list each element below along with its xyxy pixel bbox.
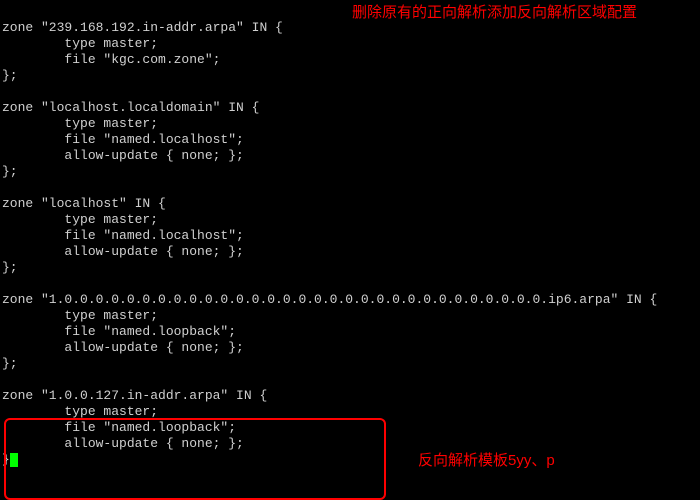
zone-line: file "kgc.com.zone";: [2, 52, 220, 67]
zone-line: };: [2, 260, 18, 275]
zone-line: zone "localhost" IN {: [2, 196, 166, 211]
zone-line: type master;: [2, 308, 158, 323]
zone-line: };: [2, 164, 18, 179]
zone-line: zone "239.168.192.in-addr.arpa" IN {: [2, 20, 283, 35]
terminal-output: zone "239.168.192.in-addr.arpa" IN { typ…: [0, 0, 700, 472]
zone-line: };: [2, 356, 18, 371]
zone-line: zone "1.0.0.127.in-addr.arpa" IN {: [2, 388, 267, 403]
zone-line: file "named.loopback";: [2, 420, 236, 435]
zone-line: zone "localhost.localdomain" IN {: [2, 100, 259, 115]
zone-line: zone "1.0.0.0.0.0.0.0.0.0.0.0.0.0.0.0.0.…: [2, 292, 657, 307]
zone-line: };: [2, 68, 18, 83]
zone-line: allow-update { none; };: [2, 244, 244, 259]
zone-line: allow-update { none; };: [2, 148, 244, 163]
zone-line: type master;: [2, 212, 158, 227]
zone-line: }: [2, 452, 10, 467]
zone-line: allow-update { none; };: [2, 340, 244, 355]
zone-line: type master;: [2, 116, 158, 131]
terminal-cursor: [10, 453, 18, 467]
zone-line: type master;: [2, 36, 158, 51]
zone-line: file "named.localhost";: [2, 132, 244, 147]
annotation-bottom: 反向解析模板5yy、p: [418, 452, 555, 470]
annotation-top: 删除原有的正向解析添加反向解析区域配置: [352, 4, 692, 22]
zone-line: allow-update { none; };: [2, 436, 244, 451]
zone-line: file "named.localhost";: [2, 228, 244, 243]
zone-line: type master;: [2, 404, 158, 419]
zone-line: file "named.loopback";: [2, 324, 236, 339]
